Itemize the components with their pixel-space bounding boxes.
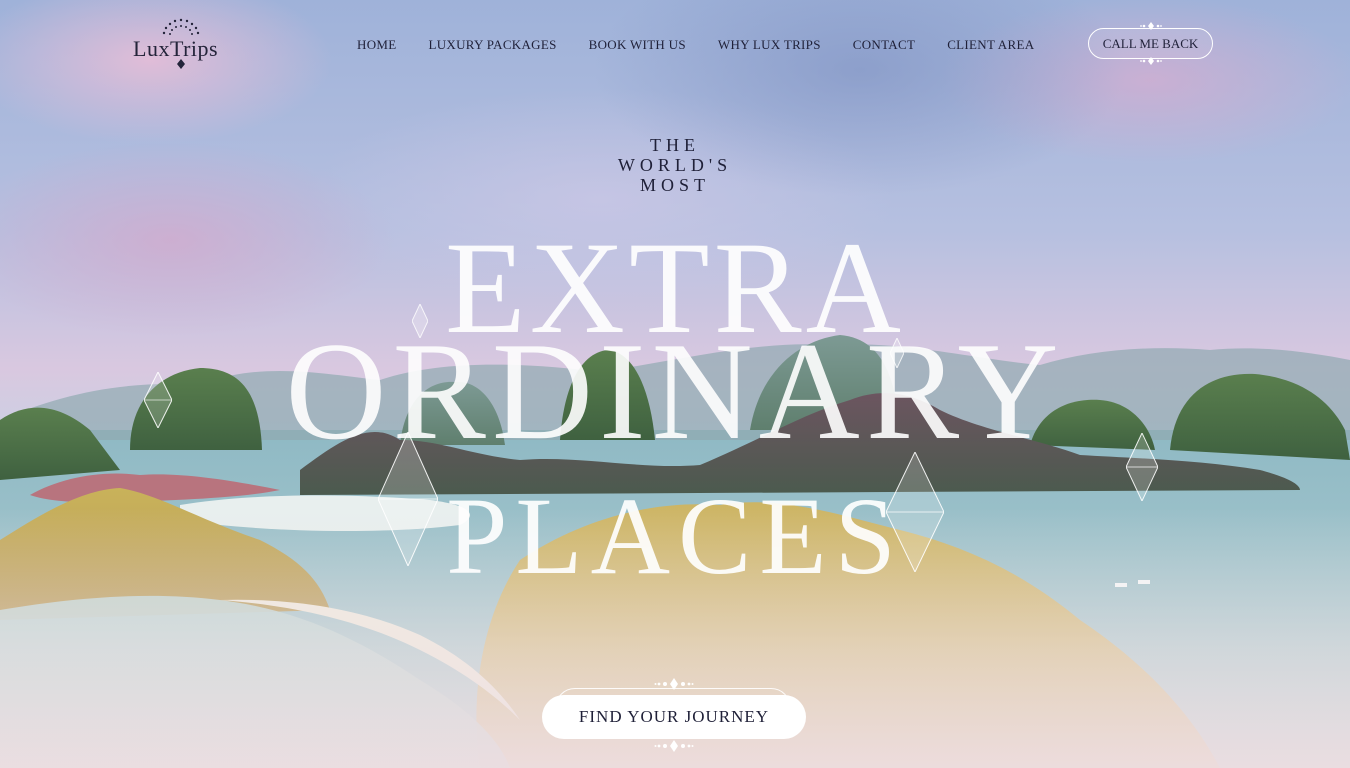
diamond-ornament-icon	[1126, 433, 1158, 501]
button-ornament-top-icon	[1139, 22, 1162, 30]
nav-item-book-with-us[interactable]: BOOK WITH US	[589, 37, 686, 53]
logo-gem-icon	[177, 59, 185, 69]
nav-item-why-lux-trips[interactable]: WHY LUX TRIPS	[718, 37, 821, 53]
call-me-back-button[interactable]: CALL ME BACK	[1088, 22, 1213, 65]
hero-line-most: MOST	[639, 175, 710, 195]
diamond-ornament-icon	[378, 432, 438, 566]
find-your-journey-button[interactable]: FIND YOUR JOURNEY	[542, 695, 806, 739]
cta-ornament-bottom-icon	[654, 740, 694, 752]
logo[interactable]: LuxTrips	[133, 18, 233, 70]
diamond-ornament-icon	[144, 372, 172, 428]
call-me-back-label: CALL ME BACK	[1102, 35, 1199, 51]
logo-text: LuxTrips	[133, 36, 219, 61]
find-your-journey-cta: FIND YOUR JOURNEY	[541, 678, 807, 758]
diamond-ornament-icon	[412, 304, 428, 338]
nav-item-client-area[interactable]: CLIENT AREA	[947, 37, 1034, 53]
hero-line-worlds: WORLD'S	[617, 155, 733, 175]
main-nav: HOME LUXURY PACKAGES BOOK WITH US WHY LU…	[357, 37, 1034, 53]
nav-item-contact[interactable]: CONTACT	[853, 37, 915, 53]
nav-item-home[interactable]: HOME	[357, 37, 396, 53]
diamond-ornament-icon	[886, 452, 944, 572]
nav-item-luxury-packages[interactable]: LUXURY PACKAGES	[428, 37, 556, 53]
diamond-ornament-icon	[890, 338, 904, 368]
button-ornament-bottom-icon	[1139, 57, 1162, 65]
hero-line-the: THE	[650, 135, 700, 155]
